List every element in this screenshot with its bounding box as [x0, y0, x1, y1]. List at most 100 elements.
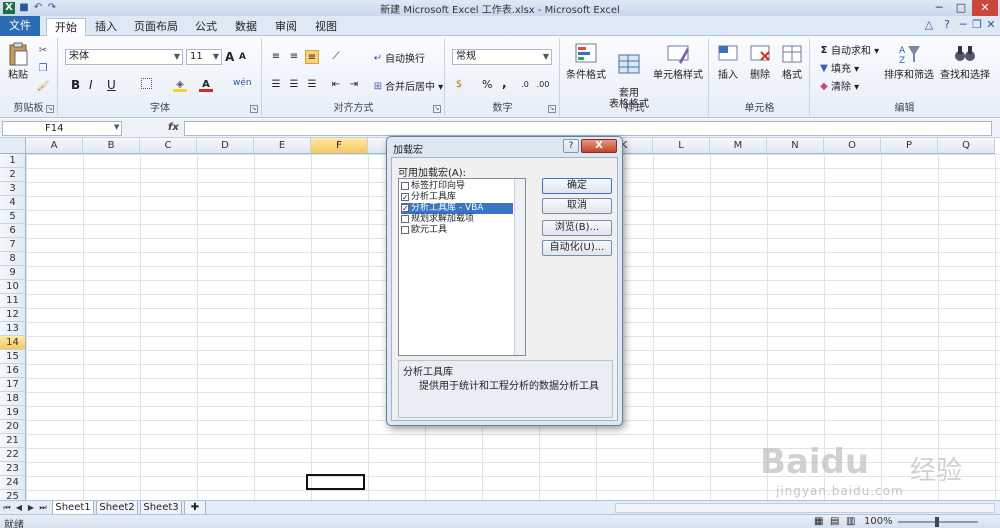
font-color-icon[interactable]: A: [199, 78, 213, 92]
row-header[interactable]: 8: [0, 252, 26, 266]
page-layout-view-icon[interactable]: ▤: [830, 516, 839, 527]
row-header[interactable]: 5: [0, 210, 26, 224]
tab-home[interactable]: 开始: [46, 18, 86, 36]
sheet-tab-1[interactable]: Sheet1: [52, 501, 94, 515]
insert-function-icon[interactable]: fx: [168, 122, 179, 133]
comma-button[interactable]: ,: [502, 76, 507, 90]
column-header[interactable]: N: [767, 138, 824, 154]
phonetic-icon[interactable]: wén: [233, 78, 252, 88]
normal-view-icon[interactable]: ▦: [814, 516, 823, 527]
row-header[interactable]: 21: [0, 434, 26, 448]
format-painter-icon[interactable]: 🖌: [36, 80, 50, 94]
zoom-level[interactable]: 100%: [864, 516, 893, 527]
select-all-corner[interactable]: [0, 138, 26, 154]
column-header[interactable]: E: [254, 138, 311, 154]
row-header[interactable]: 17: [0, 378, 26, 392]
addin-item[interactable]: 欧元工具: [401, 225, 513, 236]
row-header[interactable]: 25: [0, 490, 26, 500]
wrap-text-button[interactable]: ↵ 自动换行: [371, 50, 425, 66]
autosum-button[interactable]: Σ 自动求和 ▾: [817, 42, 880, 58]
tab-data[interactable]: 数据: [232, 18, 260, 36]
alignment-launcher-icon[interactable]: ↘: [433, 105, 441, 113]
name-box-dropdown-icon[interactable]: ▼: [114, 123, 119, 131]
dialog-help-button[interactable]: ?: [563, 139, 579, 153]
ok-button[interactable]: 确定: [542, 178, 612, 194]
cut-icon[interactable]: ✂: [36, 44, 50, 58]
row-header[interactable]: 22: [0, 448, 26, 462]
align-bottom-icon[interactable]: ≡: [305, 50, 319, 64]
last-sheet-icon[interactable]: ⏭: [38, 502, 48, 514]
row-header[interactable]: 2: [0, 168, 26, 182]
row-header[interactable]: 24: [0, 476, 26, 490]
fill-color-icon[interactable]: ◈: [173, 78, 187, 92]
next-sheet-icon[interactable]: ▶: [26, 502, 36, 514]
row-header[interactable]: 3: [0, 182, 26, 196]
dialog-close-button[interactable]: X: [581, 139, 617, 153]
window-close-icon[interactable]: ✕: [984, 18, 998, 32]
formula-input[interactable]: [184, 121, 992, 136]
percent-button[interactable]: %: [482, 78, 492, 91]
window-restore-icon[interactable]: ❐: [970, 18, 984, 32]
tab-insert[interactable]: 插入: [92, 18, 120, 36]
addin-item-selected[interactable]: ✓ 分析工具库 - VBA: [401, 203, 513, 214]
row-header[interactable]: 18: [0, 392, 26, 406]
column-header[interactable]: M: [710, 138, 767, 154]
addins-list-scrollbar[interactable]: [514, 179, 525, 355]
row-header[interactable]: 10: [0, 280, 26, 294]
column-header[interactable]: Q: [938, 138, 995, 154]
sort-filter-button[interactable]: AZ 排序和筛选: [883, 42, 935, 81]
row-header[interactable]: 7: [0, 238, 26, 252]
tab-file[interactable]: 文件: [0, 16, 40, 36]
minimize-icon[interactable]: ─: [928, 0, 950, 16]
row-header[interactable]: 19: [0, 406, 26, 420]
column-header[interactable]: F: [311, 138, 368, 154]
tab-review[interactable]: 审阅: [272, 18, 300, 36]
prev-sheet-icon[interactable]: ◀: [14, 502, 24, 514]
format-cells-button[interactable]: 格式: [776, 42, 808, 81]
addin-checkbox[interactable]: [401, 181, 409, 190]
row-header[interactable]: 9: [0, 266, 26, 280]
row-header[interactable]: 12: [0, 308, 26, 322]
tab-formulas[interactable]: 公式: [192, 18, 220, 36]
addin-checkbox[interactable]: [401, 214, 409, 223]
addin-item[interactable]: 规划求解加载项: [401, 214, 513, 225]
first-sheet-icon[interactable]: ⏮: [2, 502, 12, 514]
align-right-icon[interactable]: ☰: [305, 78, 319, 92]
align-top-icon[interactable]: ≡: [269, 50, 283, 64]
column-header[interactable]: C: [140, 138, 197, 154]
column-header[interactable]: O: [824, 138, 881, 154]
name-box[interactable]: F14: [2, 121, 122, 136]
sheet-tab-2[interactable]: Sheet2: [96, 501, 138, 515]
align-center-icon[interactable]: ☰: [287, 78, 301, 92]
cancel-button[interactable]: 取消: [542, 198, 612, 214]
orientation-icon[interactable]: ⟋: [329, 50, 343, 64]
addin-checkbox[interactable]: ✓: [401, 192, 409, 201]
row-header[interactable]: 15: [0, 350, 26, 364]
increase-indent-icon[interactable]: ⇥: [347, 78, 361, 92]
font-size-select[interactable]: 11 ▼: [186, 49, 222, 65]
addin-checkbox[interactable]: [401, 225, 409, 234]
sheet-tab-3[interactable]: Sheet3: [140, 501, 182, 515]
font-launcher-icon[interactable]: ↘: [250, 105, 258, 113]
automation-button[interactable]: 自动化(U)...: [542, 240, 612, 256]
column-header[interactable]: L: [653, 138, 710, 154]
addin-item[interactable]: ✓ 分析工具库: [401, 192, 513, 203]
row-header[interactable]: 13: [0, 322, 26, 336]
column-header[interactable]: B: [83, 138, 140, 154]
number-format-select[interactable]: 常规 ▼: [452, 49, 552, 65]
addins-list[interactable]: 标签打印向导 ✓ 分析工具库 ✓ 分析工具库 - VBA 规划求解加载项 欧元工具: [398, 178, 526, 356]
conditional-format-button[interactable]: 条件格式: [563, 42, 609, 81]
addin-item[interactable]: 标签打印向导: [401, 181, 513, 192]
row-header[interactable]: 23: [0, 462, 26, 476]
paste-button[interactable]: 粘贴: [4, 42, 32, 81]
column-header[interactable]: A: [26, 138, 83, 154]
addin-checkbox[interactable]: ✓: [401, 203, 409, 212]
copy-icon[interactable]: ❐: [36, 62, 50, 76]
decrease-indent-icon[interactable]: ⇤: [329, 78, 343, 92]
number-launcher-icon[interactable]: ↘: [548, 105, 556, 113]
row-header[interactable]: 6: [0, 224, 26, 238]
grow-font-button[interactable]: A: [225, 50, 234, 64]
horizontal-scrollbar[interactable]: [615, 503, 995, 513]
merge-center-button[interactable]: ⊞ 合并后居中 ▾: [371, 78, 443, 94]
tab-page-layout[interactable]: 页面布局: [132, 18, 180, 36]
